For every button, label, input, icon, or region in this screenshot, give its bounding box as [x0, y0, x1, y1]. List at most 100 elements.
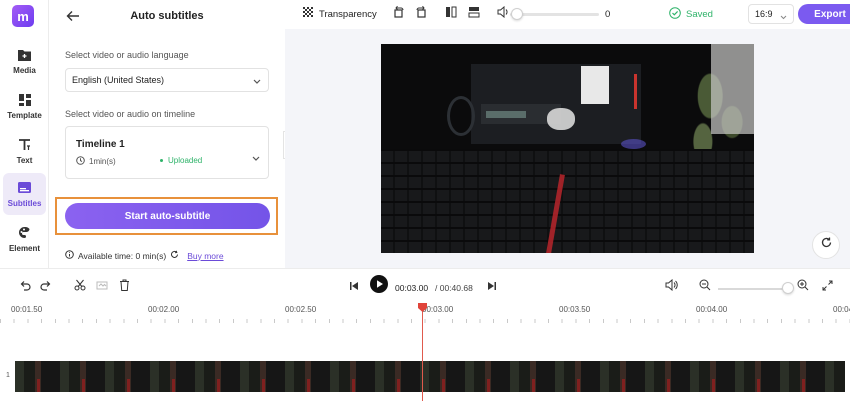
refresh-icon[interactable] [170, 250, 179, 261]
timeline-select-card[interactable]: Timeline 1 1min(s) Uploaded [65, 126, 269, 179]
volume-icon [497, 5, 510, 23]
preview-headphones [447, 96, 475, 136]
current-time: 00:03.00 [395, 283, 429, 293]
text-icon [18, 138, 32, 152]
upload-status: Uploaded [160, 156, 202, 165]
video-clip[interactable] [15, 361, 845, 392]
status-dot-icon [160, 159, 163, 162]
delete-button[interactable] [119, 279, 130, 295]
total-time: / 00:40.68 [435, 283, 473, 293]
play-button[interactable] [370, 274, 388, 294]
split-button[interactable] [74, 279, 86, 295]
subtitles-icon [18, 181, 32, 195]
rail-label-subtitles: Subtitles [7, 198, 42, 208]
ruler-label: 00:04.50 [833, 305, 850, 314]
rail-label-media: Media [13, 65, 36, 75]
top-toolbar: Transparency 0 Saved 16:9 Export [285, 0, 850, 29]
available-time-text: Available time: 0 min(s) [78, 250, 167, 261]
playhead-line[interactable] [422, 305, 423, 401]
check-circle-icon [669, 7, 681, 22]
preview-lcd [486, 111, 526, 118]
rail-label-text: Text [16, 155, 33, 165]
crop-button[interactable] [96, 279, 108, 295]
chevron-down-icon [780, 12, 787, 22]
flip-vertical-icon [468, 5, 480, 23]
volume-slider-knob[interactable] [511, 8, 523, 20]
preview-red-light [634, 74, 637, 109]
language-select-value: English (United States) [72, 75, 165, 85]
fit-timeline-button[interactable] [822, 279, 833, 295]
skip-forward-button[interactable] [487, 279, 497, 295]
zoom-slider-knob[interactable] [782, 282, 794, 294]
folder-plus-icon [18, 48, 32, 62]
flip-horizontal-button[interactable] [445, 6, 457, 22]
language-select[interactable]: English (United States) [65, 68, 269, 92]
rotate-right-icon [415, 5, 427, 23]
timeline-card-duration: 1min(s) [76, 156, 116, 167]
element-icon [18, 226, 32, 240]
start-button-highlight: Start auto-subtitle [55, 197, 278, 235]
flip-vertical-button[interactable] [468, 6, 480, 22]
undo-button[interactable] [19, 279, 31, 295]
app-root: m Media Template Text Subtitles Element … [0, 0, 850, 401]
template-grid-icon [18, 93, 32, 107]
rail-item-template[interactable]: Template [3, 85, 46, 127]
expand-arrows-icon [822, 278, 833, 296]
auto-subtitles-panel: Auto subtitles Select video or audio lan… [49, 0, 285, 268]
volume-icon [665, 278, 678, 296]
transparency-button[interactable]: Transparency [303, 6, 377, 22]
save-status: Saved [669, 7, 713, 22]
start-auto-subtitle-button[interactable]: Start auto-subtitle [65, 203, 270, 229]
timeline-select-label: Select video or audio on timeline [65, 109, 196, 119]
available-time-row: Available time: 0 min(s) Buy more [65, 250, 224, 261]
panel-title: Auto subtitles [130, 10, 204, 22]
transparency-icon [303, 5, 314, 23]
info-icon [65, 250, 74, 261]
aspect-ratio-value: 16:9 [755, 9, 773, 19]
rotate-icon [820, 236, 833, 254]
rail-item-text[interactable]: Text [3, 130, 46, 172]
left-rail: m Media Template Text Subtitles Element [0, 0, 49, 268]
volume-button[interactable] [497, 5, 510, 23]
preview-window [711, 44, 754, 134]
scissors-icon [74, 278, 86, 296]
rotate-right-button[interactable] [415, 5, 427, 23]
rail-item-media[interactable]: Media [3, 40, 46, 82]
volume-slider-track[interactable] [510, 13, 599, 16]
status-text: Uploaded [168, 156, 203, 165]
zoom-in-button[interactable] [797, 279, 809, 295]
clock-icon [76, 156, 85, 167]
preview-cat-sticker [547, 108, 575, 130]
zoom-slider-track[interactable] [718, 288, 790, 290]
app-logo[interactable]: m [12, 5, 34, 27]
skip-back-button[interactable] [349, 279, 359, 295]
ruler-label: 00:02.00 [148, 305, 180, 314]
redo-button[interactable] [40, 279, 52, 295]
ruler-label: 00:04.00 [696, 305, 728, 314]
buy-more-link[interactable]: Buy more [187, 251, 223, 261]
zoom-out-button[interactable] [699, 279, 711, 295]
zoom-in-icon [797, 278, 809, 296]
rail-label-element: Element [8, 243, 41, 253]
rail-item-element[interactable]: Element [3, 218, 46, 260]
rail-item-subtitles[interactable]: Subtitles [3, 173, 46, 215]
preview-card [581, 66, 609, 104]
redo-icon [40, 278, 52, 296]
ruler-label: 00:01.50 [11, 305, 43, 314]
rotate-left-button[interactable] [393, 5, 405, 22]
chevron-down-icon [252, 149, 260, 167]
timeline-volume-button[interactable] [665, 278, 678, 296]
timeline-panel: 00:03.00 / 00:40.68 00:01.50 00:02.00 00… [0, 268, 850, 401]
video-preview[interactable] [381, 44, 754, 253]
reset-view-button[interactable] [812, 231, 840, 259]
zoom-out-icon [699, 278, 711, 296]
ruler-label: 00:03.50 [559, 305, 591, 314]
flip-horizontal-icon [445, 5, 457, 23]
ruler-ticks [0, 319, 850, 323]
aspect-ratio-select[interactable]: 16:9 [748, 4, 794, 24]
export-button[interactable]: Export [798, 4, 850, 24]
crop-icon [96, 278, 108, 296]
preview-keyboard-rows [381, 149, 754, 253]
rail-label-template: Template [7, 110, 42, 120]
skip-forward-icon [487, 278, 497, 296]
